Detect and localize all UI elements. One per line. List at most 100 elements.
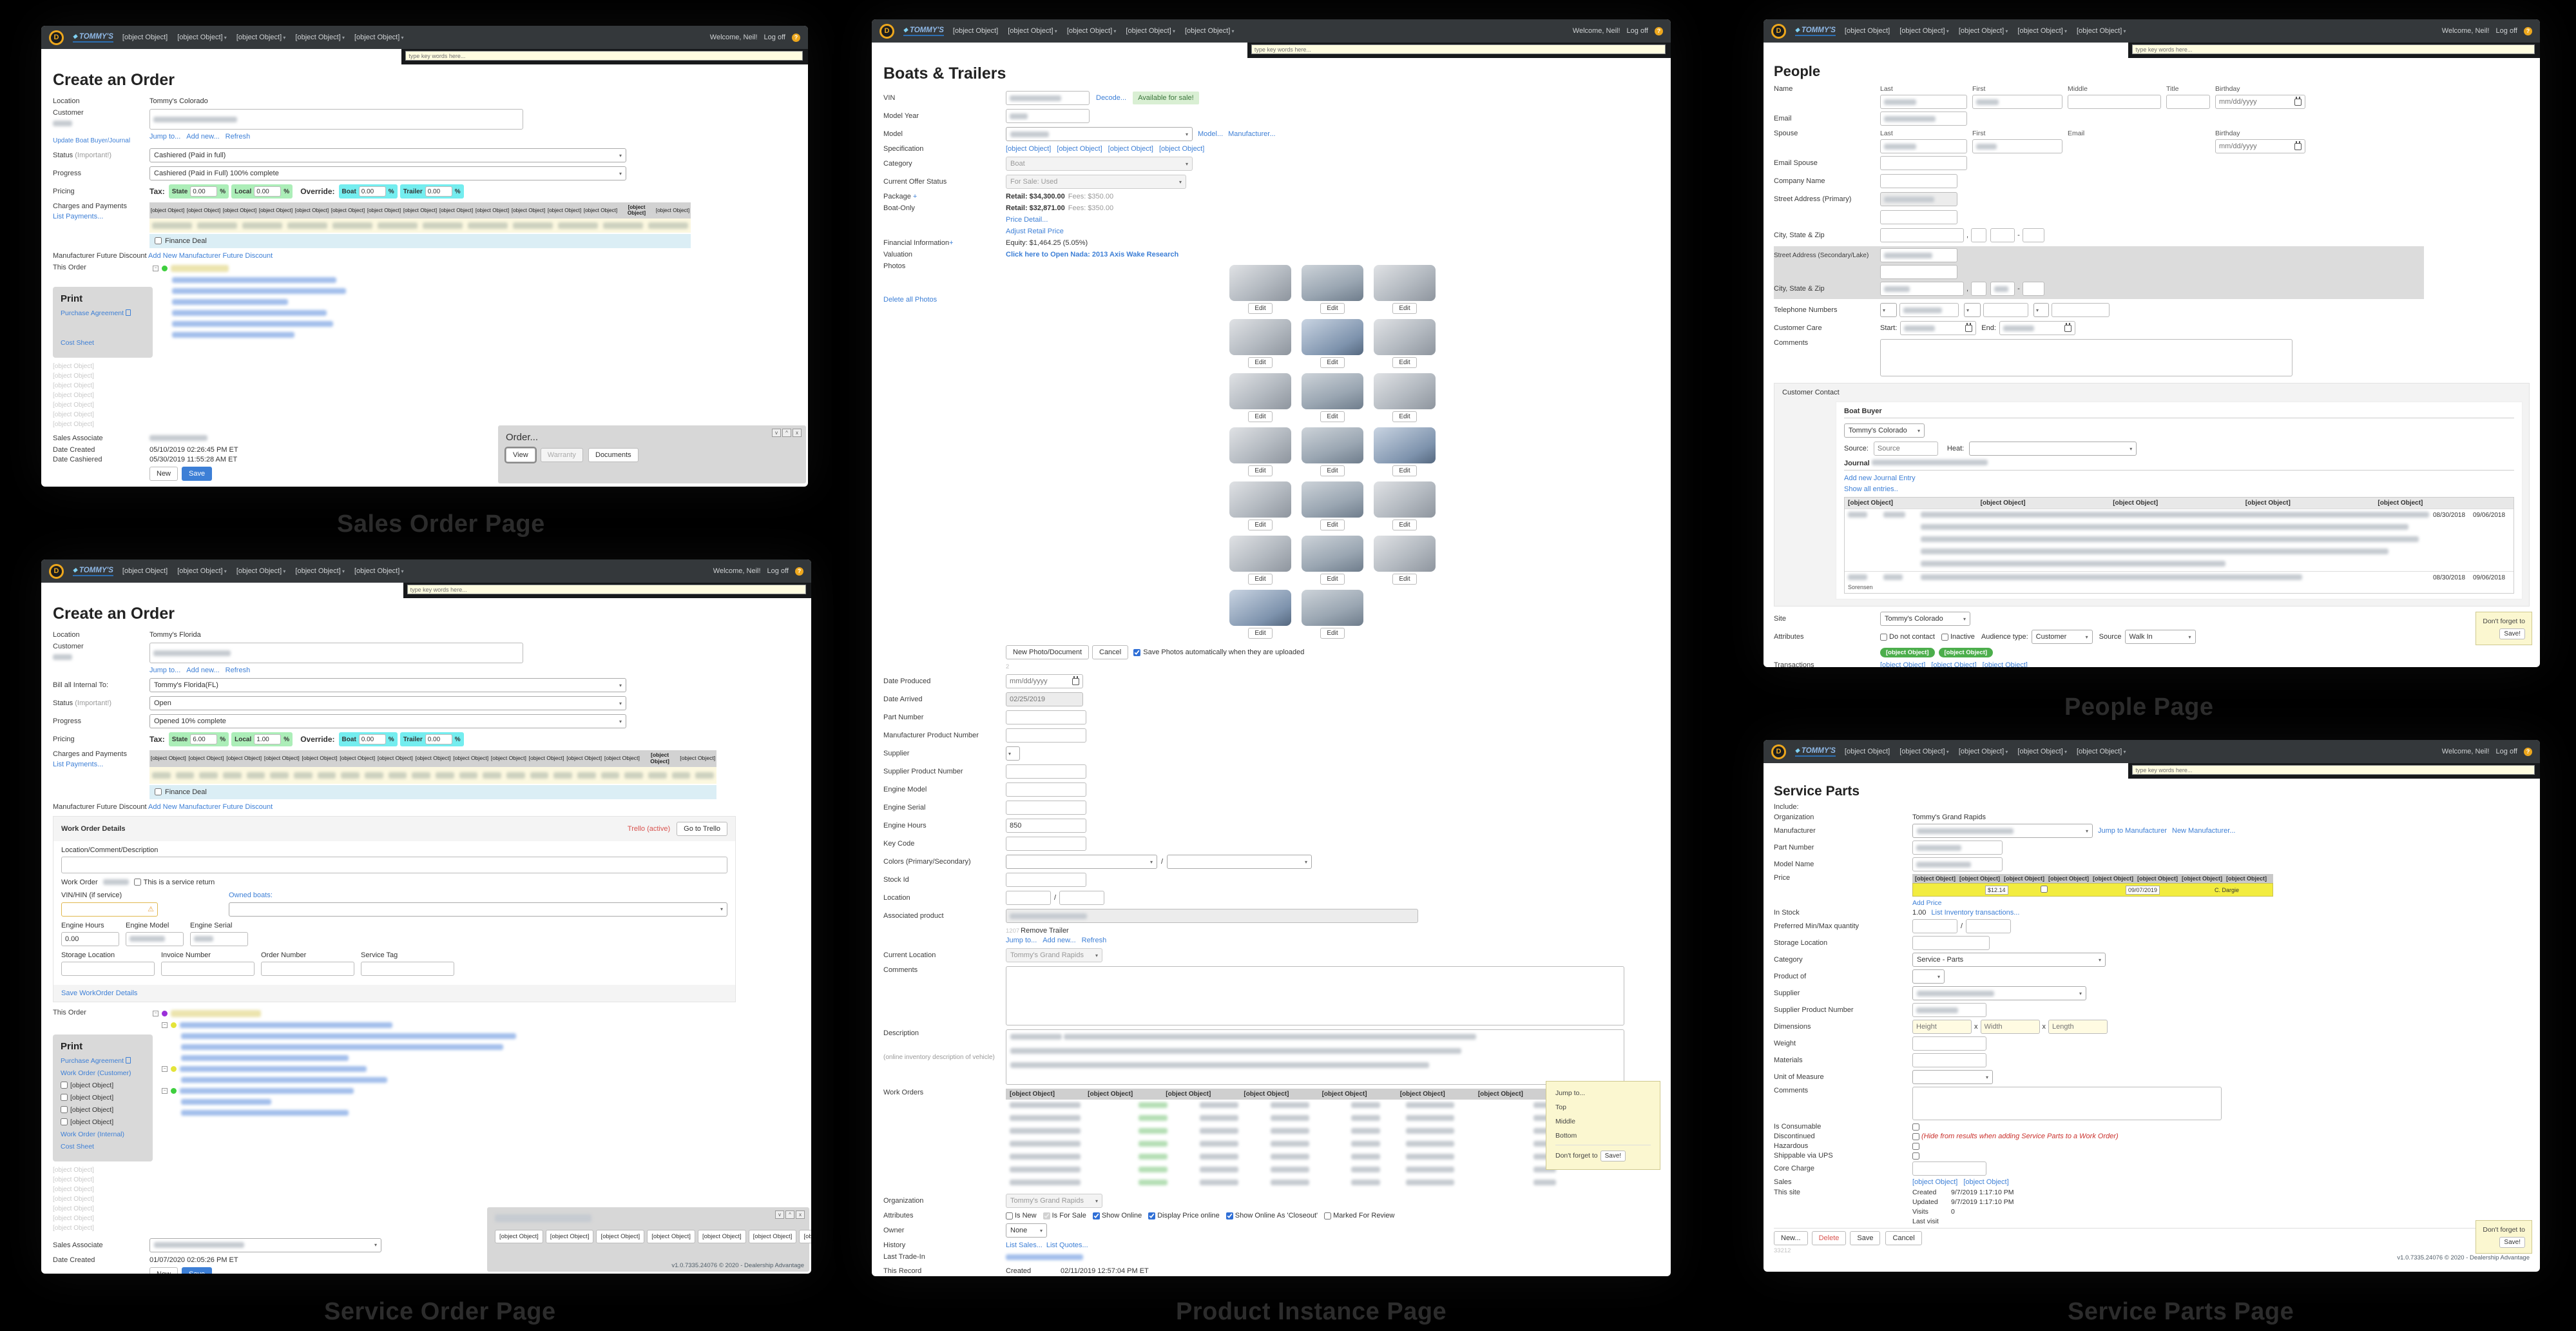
nav-item[interactable]: [object Object] xyxy=(1185,27,1235,35)
logoff-link[interactable]: Log off xyxy=(767,567,789,575)
nav-item[interactable]: [object Object] xyxy=(1845,27,1890,35)
phone-type-select[interactable]: ▾ xyxy=(1880,303,1897,317)
expand-icon[interactable]: ^ xyxy=(785,1210,794,1219)
price-row[interactable]: $12.14 09/07/2019 C. Dargie xyxy=(1912,883,2273,897)
spouse-birthday-field[interactable] xyxy=(2219,142,2271,150)
nav-item[interactable]: [object Object] xyxy=(295,34,345,41)
edit-photo-button[interactable]: Edit xyxy=(1320,411,1344,422)
edit-photo-button[interactable]: Edit xyxy=(1320,357,1344,368)
phone-input[interactable] xyxy=(1899,303,1959,317)
transaction-link[interactable]: [object Object] xyxy=(1983,661,2028,667)
search-input[interactable] xyxy=(2132,765,2535,775)
location-a-input[interactable] xyxy=(1006,891,1051,905)
widget-button[interactable]: [object Object] xyxy=(749,1230,797,1243)
nav-item[interactable]: [object Object] xyxy=(1899,27,1949,35)
category-select[interactable]: Service - Parts▾ xyxy=(1912,953,2106,967)
state-input[interactable] xyxy=(1971,228,1986,242)
autosave-checkbox[interactable] xyxy=(1133,649,1140,656)
source-input[interactable] xyxy=(1874,442,1938,456)
model-name-input[interactable] xyxy=(1912,857,2003,871)
name-last-input[interactable] xyxy=(1880,95,1967,109)
state2-input[interactable] xyxy=(1971,282,1986,296)
print-option-checkbox[interactable] xyxy=(61,1118,68,1125)
street-address-secondary-2-input[interactable] xyxy=(1880,265,1957,279)
cost-sheet-link[interactable]: Cost Sheet xyxy=(61,339,145,347)
boat-override-input[interactable] xyxy=(359,734,386,744)
help-icon[interactable]: ? xyxy=(792,34,800,42)
save-reminder-button[interactable]: Save! xyxy=(1600,1151,1626,1161)
add-new-link[interactable]: Add new... xyxy=(186,133,219,141)
organization-select[interactable]: Tommy's Grand Rapids▾ xyxy=(1006,1194,1102,1208)
engine-hours-input[interactable] xyxy=(1006,819,1086,833)
edit-photo-button[interactable]: Edit xyxy=(1248,411,1272,422)
search-input[interactable] xyxy=(405,51,803,61)
warranty-button[interactable]: Warranty xyxy=(541,448,583,462)
wo-customer-link[interactable]: Work Order (Customer) xyxy=(61,1069,145,1077)
close-icon[interactable]: x xyxy=(796,1210,805,1219)
part-number-input[interactable] xyxy=(1912,840,2003,855)
email-spouse-input[interactable] xyxy=(1880,156,1967,170)
vin-hin-input[interactable]: ⚠ xyxy=(61,902,158,917)
jump-to-link[interactable]: Jump to... xyxy=(149,133,180,141)
wo-row[interactable] xyxy=(1006,1164,1560,1177)
nav-item[interactable]: [object Object] xyxy=(354,34,404,41)
edit-photo-button[interactable]: Edit xyxy=(1392,411,1416,422)
company-name-input[interactable] xyxy=(1880,174,1957,188)
calendar-icon[interactable] xyxy=(2064,325,2071,332)
supplier-product-number-input[interactable] xyxy=(1006,764,1086,779)
sales-associate-select[interactable]: ▾ xyxy=(149,1238,381,1252)
site-select[interactable]: Tommy's Colorado▾ xyxy=(1880,612,1970,626)
email-input[interactable] xyxy=(1880,112,1967,126)
save-reminder-button[interactable]: Save! xyxy=(2499,1237,2525,1248)
do-not-contact-checkbox[interactable] xyxy=(1880,634,1887,641)
offer-status-select[interactable]: For Sale: Used▾ xyxy=(1006,175,1186,189)
expand-icon[interactable]: ^ xyxy=(782,429,791,437)
use-fixed-checkbox[interactable] xyxy=(2041,886,2048,893)
stock-id-input[interactable] xyxy=(1006,873,1086,887)
transaction-link[interactable]: [object Object] xyxy=(1931,661,1976,667)
nav-item[interactable]: [object Object] xyxy=(177,567,227,575)
help-icon[interactable]: ? xyxy=(1655,27,1663,35)
standard-cost-value[interactable]: $12.14 xyxy=(1985,886,2008,895)
progress-select[interactable]: Cashiered (Paid in Full) 100% complete▾ xyxy=(149,166,626,180)
height-input[interactable] xyxy=(1912,1020,1972,1034)
tree-collapse-icon[interactable]: − xyxy=(153,266,159,271)
logoff-link[interactable]: Log off xyxy=(764,34,785,41)
widget-button[interactable]: [object Object] xyxy=(546,1230,594,1243)
service-return-checkbox[interactable] xyxy=(134,879,141,886)
edit-photo-button[interactable]: Edit xyxy=(1248,465,1272,476)
phone-type-select[interactable]: ▾ xyxy=(1964,303,1981,317)
progress-select[interactable]: Opened 10% complete▾ xyxy=(149,714,626,728)
add-new-link[interactable]: Add new... xyxy=(1043,937,1075,944)
widget-button[interactable]: [object Object] xyxy=(647,1230,695,1243)
bill-internal-select[interactable]: Tommy's Florida(FL)▾ xyxy=(149,678,626,692)
wo-row[interactable] xyxy=(1006,1125,1560,1138)
customer-input[interactable] xyxy=(149,109,523,130)
nav-item[interactable]: [object Object] xyxy=(1008,27,1057,35)
street-address-primary-input[interactable] xyxy=(1880,192,1957,206)
wo-internal-link[interactable]: Work Order (Internal) xyxy=(61,1131,145,1138)
state-tax-input[interactable] xyxy=(190,186,217,197)
local-tax-input[interactable] xyxy=(254,734,281,744)
list-quotes-link[interactable]: List Quotes... xyxy=(1046,1241,1088,1249)
hazardous-checkbox[interactable] xyxy=(1912,1143,1919,1150)
finance-deal-checkbox[interactable] xyxy=(155,788,162,795)
help-icon[interactable]: ? xyxy=(2524,748,2532,756)
tree-collapse-icon[interactable]: − xyxy=(162,1066,168,1072)
documents-button[interactable]: Documents xyxy=(588,448,639,462)
jump-top-link[interactable]: Top xyxy=(1555,1103,1651,1111)
nav-item[interactable]: [object Object] xyxy=(2017,27,2067,35)
purchase-agreement-link[interactable]: Purchase Agreement xyxy=(61,309,145,317)
price-detail-link[interactable]: Price Detail... xyxy=(1006,216,1048,224)
add-journal-link[interactable]: Add new Journal Entry xyxy=(1844,474,2514,482)
min-qty-input[interactable] xyxy=(1912,919,1957,933)
engine-hours-input[interactable] xyxy=(61,932,119,946)
care-start-input[interactable] xyxy=(1900,321,1976,335)
spouse-first-input[interactable] xyxy=(1972,139,2062,153)
show-all-entries-link[interactable]: Show all entries.. xyxy=(1844,485,2514,493)
primary-color-select[interactable]: ▾ xyxy=(1006,855,1157,869)
journal-row[interactable]: 08/30/2018 09/06/2018 xyxy=(1845,509,2514,571)
nav-item[interactable]: [object Object] xyxy=(1845,748,1890,755)
nav-item[interactable]: [object Object] xyxy=(2017,748,2067,755)
view-button[interactable]: View xyxy=(506,448,535,462)
